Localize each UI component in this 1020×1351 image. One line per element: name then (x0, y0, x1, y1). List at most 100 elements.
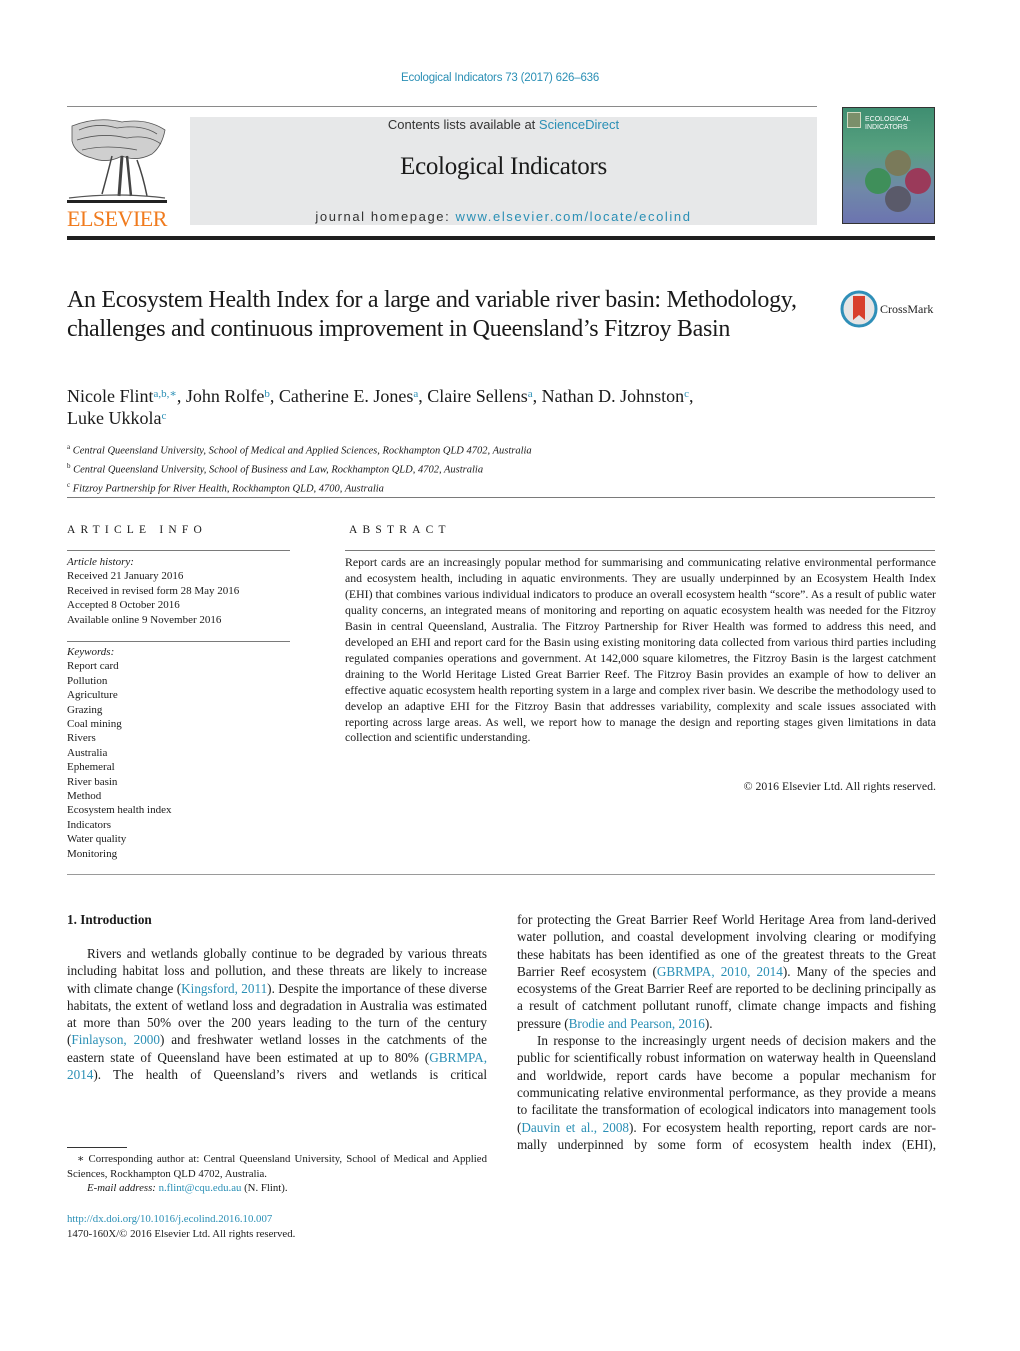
keyword-item: Report card (67, 660, 119, 673)
header-top-rule (67, 106, 817, 107)
section-heading-introduction: 1. Introduction (67, 912, 152, 927)
author-affiliation-link[interactable]: a,b,∗ (154, 388, 177, 400)
keyword-item: Rivers (67, 732, 96, 745)
affiliations: a Central Queensland University, School … (67, 440, 927, 497)
affiliation-divider (67, 497, 935, 498)
cover-publisher-mark-icon (847, 112, 861, 128)
keyword-item: Coal mining (67, 718, 122, 731)
journal-header-box: Contents lists available at ScienceDirec… (190, 117, 817, 225)
keyword-item: Grazing (67, 703, 103, 716)
crossmark-label: CrossMark (880, 302, 934, 316)
article-title: An Ecosystem Health Index for a large an… (67, 287, 797, 342)
author-separator: , (532, 386, 542, 406)
author-separator: , (418, 386, 428, 406)
keywords: Keywords: Report card Pollution Agricultur… (67, 645, 297, 861)
paragraph-continued: for protecting the Great Barrier Reef Wo… (517, 912, 936, 1031)
keyword-item: Agriculture (67, 689, 118, 702)
homepage-prefix: journal homepage: (315, 209, 456, 224)
article-history: Article history: Received 21 January 201… (67, 555, 297, 627)
body-column-left: Rivers and wetlands globally continue to… (67, 945, 487, 1083)
article-info-heading: ARTICLE INFO (67, 524, 207, 536)
keyword-item: Monitoring (67, 847, 118, 860)
citation-link[interactable]: Dauvin et al., 2008 (521, 1120, 629, 1135)
keyword-item: Ecosystem health index (67, 804, 172, 817)
affiliation: b Central Queensland University, School … (67, 459, 927, 478)
cover-title-line2: INDICATORS (865, 124, 908, 131)
issn-copyright: 1470-160X/© 2016 Elsevier Ltd. All right… (67, 1227, 296, 1240)
citation-link[interactable]: Kingsford, 2011 (181, 981, 267, 996)
cover-photo-circle (885, 186, 911, 212)
journal-cover-image[interactable]: ECOLOGICAL INDICATORS (842, 107, 935, 224)
affiliation-text: Fitzroy Partnership for River Health, Ro… (70, 483, 384, 495)
author-name: Luke Ukkola (67, 408, 162, 428)
author-name: Nathan D. Johnston (541, 386, 685, 406)
author-separator: , (176, 386, 186, 406)
affiliation-text: Central Queensland University, School of… (70, 464, 484, 476)
author-name: Catherine E. Jones (278, 386, 414, 406)
crossmark-icon (840, 290, 878, 328)
author-affiliation-link[interactable]: b (264, 388, 270, 400)
journal-reference[interactable]: Ecological Indicators 73 (2017) 626–636 (0, 72, 1000, 84)
history-item: Received 21 January 2016 (67, 570, 184, 583)
sciencedirect-link[interactable]: ScienceDirect (539, 117, 619, 132)
email-suffix: (N. Flint). (241, 1182, 288, 1195)
keyword-item: Method (67, 790, 102, 803)
article-info-divider (67, 550, 290, 551)
keyword-item: Indicators (67, 818, 111, 831)
email-label: E-mail address: (87, 1182, 159, 1195)
journal-name: Ecological Indicators (400, 153, 607, 180)
author-name: John Rolfe (185, 386, 265, 406)
cover-title-line1: ECOLOGICAL (865, 116, 911, 123)
header-thick-rule (67, 236, 935, 240)
history-item: Available online 9 November 2016 (67, 613, 222, 626)
keyword-item: Pollution (67, 674, 108, 687)
abstract-divider (345, 550, 935, 551)
crossmark-badge[interactable]: CrossMark (840, 290, 940, 330)
elsevier-tree-icon (67, 119, 167, 203)
corresponding-author-text: Corresponding author at: Central Queensl… (67, 1153, 487, 1180)
author-separator: , (688, 386, 694, 406)
keyword-item: Water quality (67, 833, 127, 846)
email-link[interactable]: n.flint@cqu.edu.au (159, 1182, 242, 1194)
keyword-item: Ephemeral (67, 761, 115, 774)
affiliation: a Central Queensland University, School … (67, 440, 927, 459)
affiliation-text: Central Queensland University, School of… (70, 445, 532, 457)
body-column-right: for protecting the Great Barrier Reef Wo… (517, 911, 936, 1153)
doi-block: http://dx.doi.org/10.1016/j.ecolind.2016… (67, 1212, 487, 1241)
elsevier-wordmark: ELSEVIER (67, 206, 167, 231)
abstract-heading: ABSTRACT (349, 524, 451, 536)
author-affiliation-link[interactable]: a (413, 388, 418, 400)
abstract-text: Report cards are an increasingly popular… (345, 555, 936, 745)
abstract-end-divider (67, 874, 935, 875)
cover-photo-circle (905, 168, 931, 194)
contents-prefix: Contents lists available at (387, 117, 539, 132)
author-affiliation-link[interactable]: a (528, 388, 533, 400)
history-item: Received in revised form 28 May 2016 (67, 584, 240, 597)
citation-link[interactable]: Brodie and Pearson, 2016 (569, 1016, 705, 1031)
doi-link[interactable]: http://dx.doi.org/10.1016/j.ecolind.2016… (67, 1213, 272, 1225)
author-separator: , (269, 386, 279, 406)
footnote-marker: ∗ (77, 1153, 85, 1165)
article-history-label: Article history: (67, 556, 134, 568)
citation-link[interactable]: Finlayson, 2000 (71, 1032, 160, 1047)
history-item: Accepted 8 October 2016 (67, 599, 180, 612)
cover-title: ECOLOGICAL INDICATORS (865, 116, 911, 132)
journal-homepage-link[interactable]: www.elsevier.com/locate/ecolind (456, 209, 692, 224)
citation-link[interactable]: GBRMPA, 2014 (67, 1050, 487, 1082)
author-list: Nicole Flinta,b,∗, John Rolfeb, Catherin… (67, 385, 927, 429)
author-name: Nicole Flint (67, 386, 154, 406)
author-affiliation-link[interactable]: c (684, 388, 689, 400)
affiliation: c Fitzroy Partnership for River Health, … (67, 478, 927, 497)
keywords-label: Keywords: (67, 646, 115, 658)
abstract-copyright: © 2016 Elsevier Ltd. All rights reserved… (743, 779, 936, 793)
keyword-item: River basin (67, 775, 118, 788)
journal-homepage-line: journal homepage: www.elsevier.com/locat… (190, 209, 817, 224)
contents-available-line: Contents lists available at ScienceDirec… (190, 117, 817, 132)
footnote-divider (67, 1147, 127, 1148)
keyword-item: Australia (67, 746, 108, 759)
elsevier-logo[interactable]: ELSEVIER (67, 116, 167, 231)
paragraph: Rivers and wetlands globally continue to… (67, 946, 487, 1083)
author-name: Claire Sellens (427, 386, 528, 406)
citation-link[interactable]: GBRMPA, 2010, 2014 (657, 964, 783, 979)
author-affiliation-link[interactable]: c (161, 410, 166, 422)
